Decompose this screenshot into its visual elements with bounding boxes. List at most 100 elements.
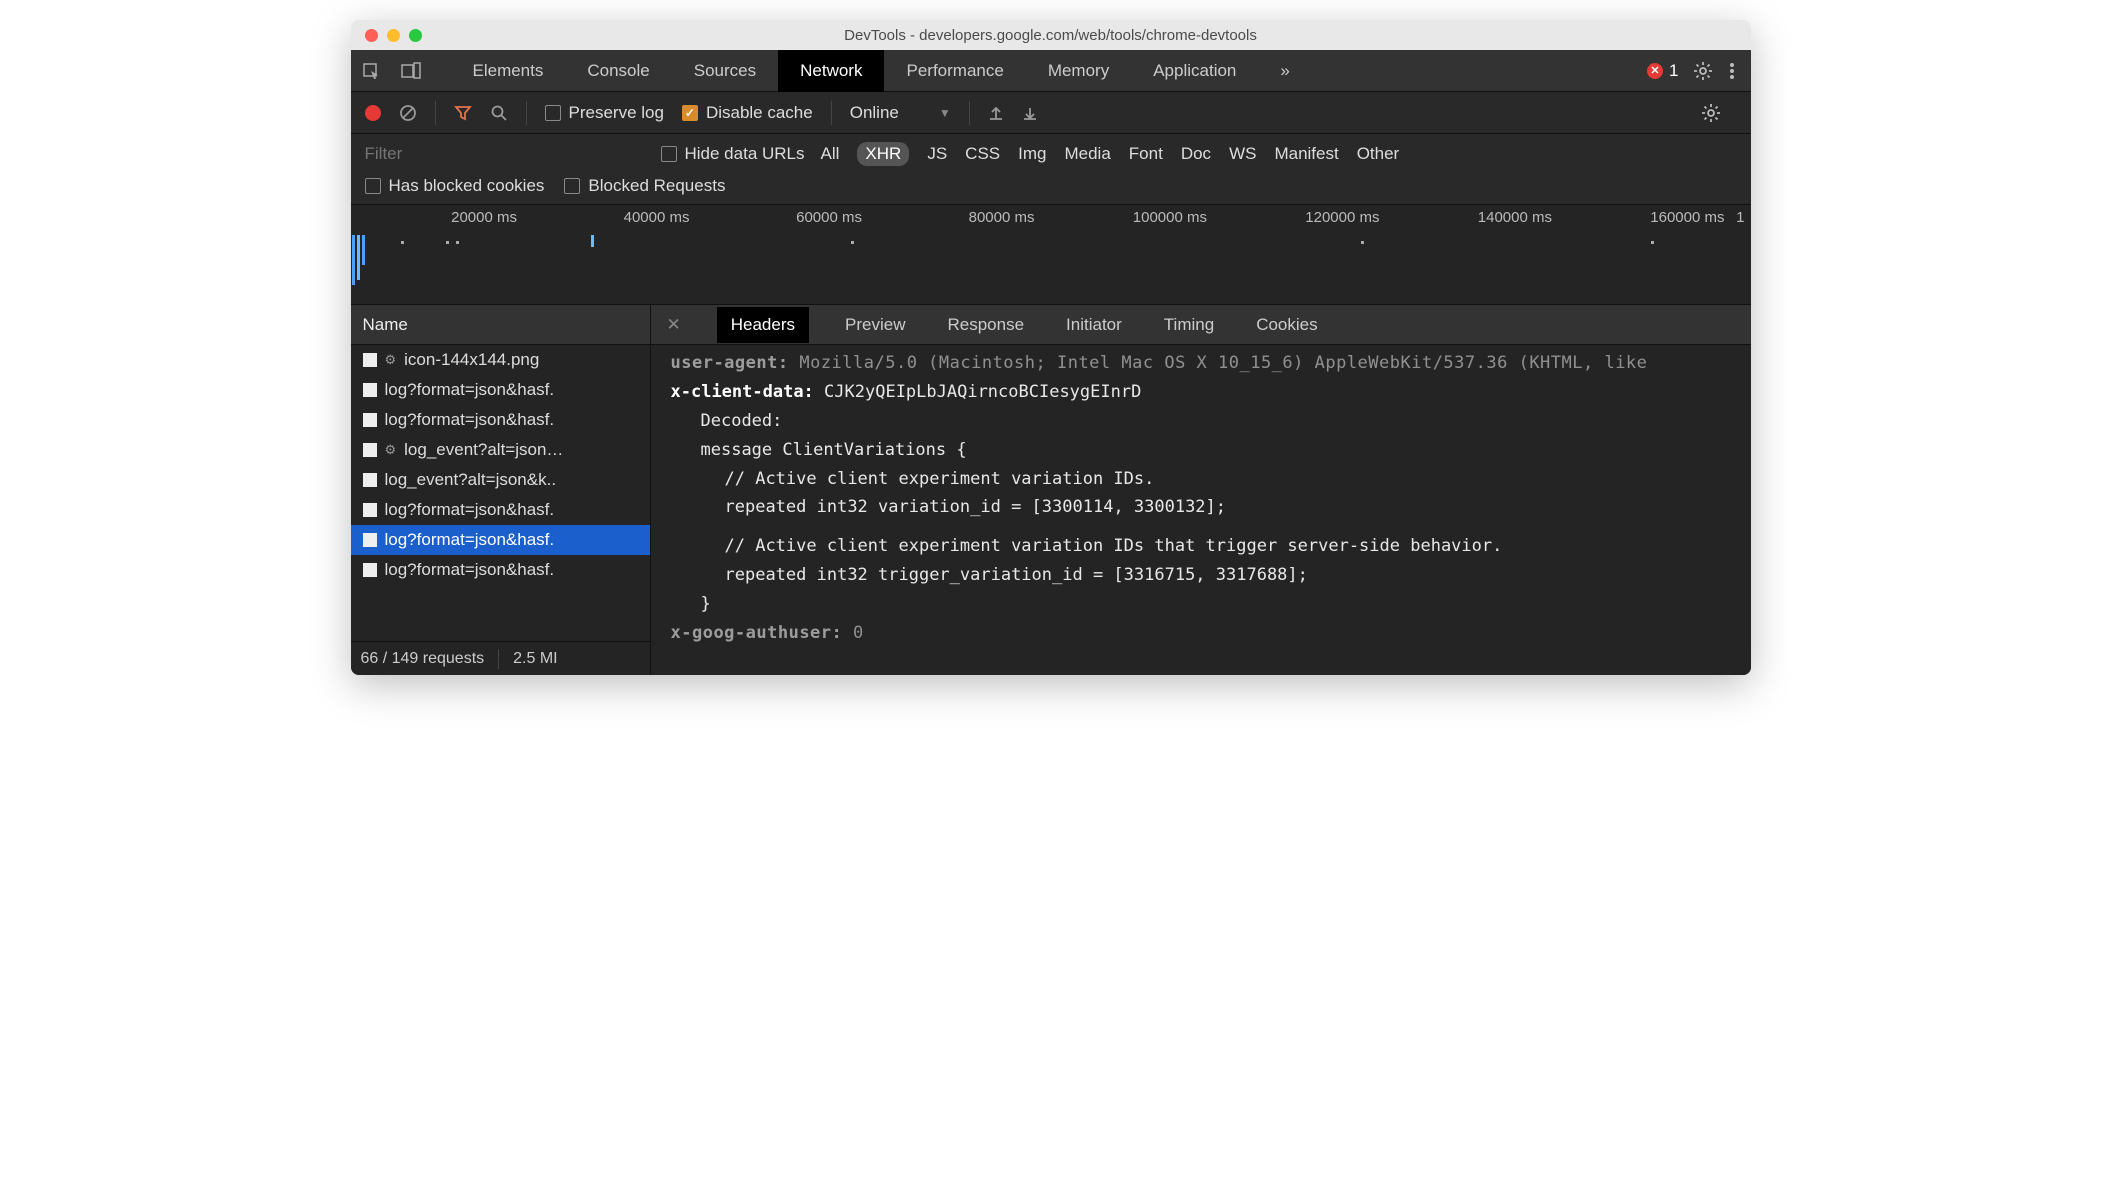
network-settings-icon[interactable] [1701, 103, 1721, 123]
checkbox-box [661, 146, 677, 162]
request-name: log?format=json&hasf. [385, 410, 555, 430]
inspect-icon[interactable] [351, 62, 391, 80]
request-name: icon-144x144.png [404, 350, 539, 370]
header-value: CJK2yQEIpLbJAQirncoBCIesygEInrD [824, 382, 1141, 402]
timeline-ticks: 20000 ms 40000 ms 60000 ms 80000 ms 1000… [351, 209, 1751, 226]
tab-sources[interactable]: Sources [672, 50, 778, 92]
error-count: 1 [1669, 61, 1678, 81]
detail-tab-timing[interactable]: Timing [1158, 307, 1220, 343]
type-font[interactable]: Font [1129, 144, 1163, 164]
request-row[interactable]: ⚙ icon-144x144.png [351, 345, 650, 375]
disable-cache-checkbox[interactable]: Disable cache [682, 103, 813, 123]
clear-icon[interactable] [399, 104, 417, 122]
tab-elements[interactable]: Elements [451, 50, 566, 92]
download-icon[interactable] [1022, 105, 1038, 121]
gear-icon: ⚙ [385, 352, 397, 368]
type-xhr[interactable]: XHR [857, 142, 909, 166]
header-key: x-goog-authuser: [671, 623, 843, 643]
detail-tab-cookies[interactable]: Cookies [1250, 307, 1323, 343]
request-name: log_event?alt=json&k.. [385, 470, 557, 490]
settings-icon[interactable] [1693, 61, 1713, 81]
tabs-overflow[interactable]: » [1258, 50, 1311, 92]
request-row[interactable]: log?format=json&hasf. [351, 375, 650, 405]
request-row[interactable]: log?format=json&hasf. [351, 405, 650, 435]
headers-content[interactable]: user-agent: Mozilla/5.0 (Macintosh; Inte… [651, 345, 1751, 675]
tick: 120000 ms [1213, 209, 1386, 226]
request-row[interactable]: log?format=json&hasf. [351, 525, 650, 555]
detail-tab-headers[interactable]: Headers [717, 307, 809, 343]
upload-icon[interactable] [988, 105, 1004, 121]
disable-cache-label: Disable cache [706, 103, 813, 123]
code-line: // Active client experiment variation ID… [671, 465, 1751, 494]
devtools-window: DevTools - developers.google.com/web/too… [351, 20, 1751, 675]
request-detail-panel: ✕ Headers Preview Response Initiator Tim… [651, 305, 1751, 675]
preserve-log-checkbox[interactable]: Preserve log [545, 103, 664, 123]
detail-tab-preview[interactable]: Preview [839, 307, 911, 343]
device-toggle-icon[interactable] [391, 62, 431, 80]
code-line: } [671, 590, 1751, 619]
checkbox-box [365, 178, 381, 194]
request-row[interactable]: log_event?alt=json&k.. [351, 465, 650, 495]
throttle-value: Online [850, 103, 899, 123]
type-css[interactable]: CSS [965, 144, 1000, 164]
decoded-label: Decoded: [671, 407, 1751, 436]
detail-tab-response[interactable]: Response [941, 307, 1030, 343]
tick: 20000 ms [351, 209, 524, 226]
code-line: message ClientVariations { [671, 436, 1751, 465]
filter-input[interactable] [365, 144, 645, 164]
close-icon[interactable]: ✕ [667, 315, 681, 335]
tab-performance[interactable]: Performance [884, 50, 1025, 92]
request-name: log?format=json&hasf. [385, 530, 555, 550]
request-list-header[interactable]: Name [351, 305, 650, 345]
throttle-select[interactable]: Online ▼ [850, 103, 951, 123]
error-badge[interactable]: ✕ 1 [1647, 61, 1678, 81]
request-name: log?format=json&hasf. [385, 560, 555, 580]
tab-application[interactable]: Application [1131, 50, 1258, 92]
type-img[interactable]: Img [1018, 144, 1046, 164]
request-row[interactable]: log?format=json&hasf. [351, 495, 650, 525]
filter-icon[interactable] [454, 104, 472, 122]
code-line: repeated int32 trigger_variation_id = [3… [671, 561, 1751, 590]
tick: 80000 ms [868, 209, 1041, 226]
tab-memory[interactable]: Memory [1026, 50, 1131, 92]
request-row[interactable]: log?format=json&hasf. [351, 555, 650, 585]
header-key: user-agent: [671, 353, 789, 373]
request-list: ⚙icon-144x144.png log?format=json&hasf. … [351, 345, 650, 641]
tick: 140000 ms [1386, 209, 1559, 226]
file-icon [363, 563, 377, 577]
detail-tab-initiator[interactable]: Initiator [1060, 307, 1128, 343]
type-all[interactable]: All [821, 144, 840, 164]
request-name: log?format=json&hasf. [385, 380, 555, 400]
more-icon[interactable] [1729, 61, 1735, 81]
type-ws[interactable]: WS [1229, 144, 1256, 164]
file-icon [363, 503, 377, 517]
hide-data-urls-label: Hide data URLs [685, 144, 805, 164]
type-media[interactable]: Media [1064, 144, 1110, 164]
tab-console[interactable]: Console [565, 50, 671, 92]
file-icon [363, 383, 377, 397]
search-icon[interactable] [490, 104, 508, 122]
type-js[interactable]: JS [927, 144, 947, 164]
type-manifest[interactable]: Manifest [1274, 144, 1338, 164]
tick: 40000 ms [523, 209, 696, 226]
blocked-requests-label: Blocked Requests [588, 176, 725, 196]
record-button[interactable] [365, 105, 381, 121]
code-line: repeated int32 variation_id = [3300114, … [671, 493, 1751, 522]
main-split: Name ⚙ icon-144x144.png log?format=json&h… [351, 305, 1751, 675]
type-doc[interactable]: Doc [1181, 144, 1211, 164]
type-other[interactable]: Other [1357, 144, 1400, 164]
blocked-cookies-checkbox[interactable]: Has blocked cookies [365, 176, 545, 196]
timeline[interactable]: 20000 ms 40000 ms 60000 ms 80000 ms 1000… [351, 205, 1751, 305]
header-value: Mozilla/5.0 (Macintosh; Intel Mac OS X 1… [799, 353, 1647, 373]
file-icon [363, 443, 377, 457]
network-toolbar: Preserve log Disable cache Online ▼ [351, 92, 1751, 134]
checkbox-box [545, 105, 561, 121]
blocked-cookies-label: Has blocked cookies [389, 176, 545, 196]
blocked-requests-checkbox[interactable]: Blocked Requests [564, 176, 725, 196]
request-row[interactable]: ⚙log_event?alt=json… [351, 435, 650, 465]
timeline-bars [351, 235, 1751, 295]
tick: 1 [1731, 209, 1751, 226]
tab-network[interactable]: Network [778, 50, 884, 92]
hide-data-urls-checkbox[interactable]: Hide data URLs [661, 144, 805, 164]
preserve-log-label: Preserve log [569, 103, 664, 123]
